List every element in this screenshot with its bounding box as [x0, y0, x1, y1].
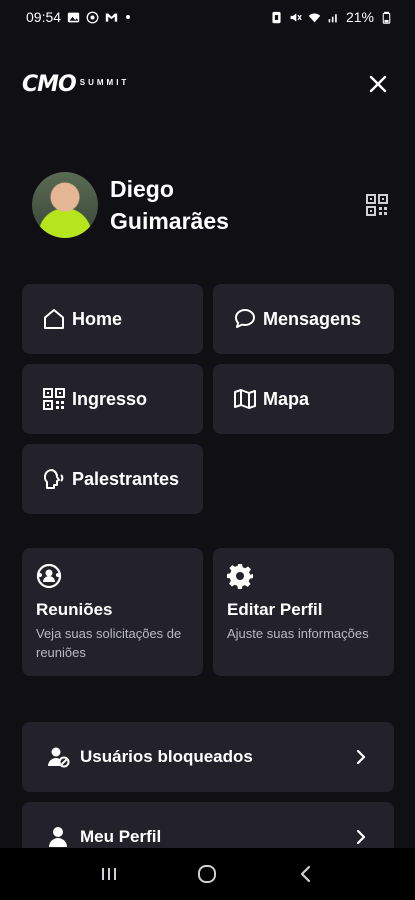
- recent-apps-icon: [102, 868, 117, 880]
- status-time: 09:54: [26, 9, 62, 25]
- chat-bubble-icon: [233, 307, 257, 331]
- qr-code-icon: [366, 194, 388, 216]
- my-profile-label: Meu Perfil: [80, 827, 162, 846]
- status-bar: 09:54 21%: [0, 0, 415, 34]
- whatsapp-notification-icon: [86, 11, 99, 24]
- recent-apps-button[interactable]: [95, 860, 123, 888]
- qr-code-button[interactable]: [365, 193, 389, 217]
- home-circle-icon: [198, 865, 217, 883]
- map-icon: [233, 387, 257, 411]
- meetings-description: Veja suas solicitações de reuniões: [36, 626, 182, 660]
- nav-map-label: Mapa: [263, 388, 310, 409]
- nav-messages-label: Mensagens: [263, 308, 362, 329]
- chevron-right-icon: [352, 748, 370, 766]
- cmo-summit-logo: CMO SUMMIT: [22, 72, 129, 97]
- edit-profile-title: Editar Perfil: [227, 600, 323, 619]
- nav-ticket-label: Ingresso: [72, 388, 148, 409]
- home-icon: [42, 307, 66, 331]
- gallery-notification-icon: [67, 11, 80, 24]
- qr-code-icon: [42, 387, 66, 411]
- meetings-title: Reuniões: [36, 600, 113, 619]
- wifi-icon: [308, 11, 321, 24]
- nav-home-label: Home: [72, 308, 123, 329]
- nav-ticket[interactable]: Ingresso: [22, 364, 203, 434]
- edit-profile-description: Ajuste suas informações: [227, 626, 369, 641]
- nfc-icon: [270, 11, 283, 24]
- close-button[interactable]: [363, 69, 393, 99]
- nav-home[interactable]: Home: [22, 284, 203, 354]
- nav-speakers-label: Palestrantes: [72, 468, 180, 489]
- home-system-button[interactable]: [193, 860, 221, 888]
- edit-profile-card[interactable]: Editar Perfil Ajuste suas informações: [213, 548, 394, 676]
- more-notifications-dot: [126, 15, 131, 19]
- battery-percent: 21%: [345, 9, 374, 25]
- nav-messages[interactable]: Mensagens: [213, 284, 394, 354]
- nav-speakers[interactable]: Palestrantes: [22, 444, 203, 514]
- blocked-users-label: Usuários bloqueados: [80, 747, 253, 766]
- chevron-right-icon: [352, 828, 370, 846]
- close-icon: [369, 75, 387, 93]
- back-button[interactable]: [292, 860, 320, 888]
- logo-sub-text: SUMMIT: [79, 77, 130, 87]
- speaker-head-icon: [42, 467, 66, 491]
- mute-icon: [289, 11, 302, 24]
- battery-icon: [380, 11, 393, 24]
- gmail-notification-icon: [105, 11, 118, 24]
- profile-section: Diego Guimarães: [32, 168, 393, 242]
- logo-main-text: CMO: [22, 71, 77, 97]
- drawer-header: CMO SUMMIT: [22, 62, 393, 106]
- blocked-users-row[interactable]: Usuários bloqueados: [22, 722, 394, 792]
- gear-icon: [226, 562, 254, 590]
- meetings-card[interactable]: Reuniões Veja suas solicitações de reuni…: [22, 548, 203, 676]
- blocked-user-icon: [46, 745, 70, 769]
- avatar[interactable]: [32, 172, 98, 238]
- meetings-icon: [35, 562, 63, 590]
- back-chevron-icon: [300, 865, 310, 883]
- signal-icon: [327, 11, 340, 24]
- user-icon: [46, 825, 70, 849]
- system-navigation-bar: [0, 848, 415, 900]
- nav-map[interactable]: Mapa: [213, 364, 394, 434]
- user-name: Diego Guimarães: [110, 176, 229, 234]
